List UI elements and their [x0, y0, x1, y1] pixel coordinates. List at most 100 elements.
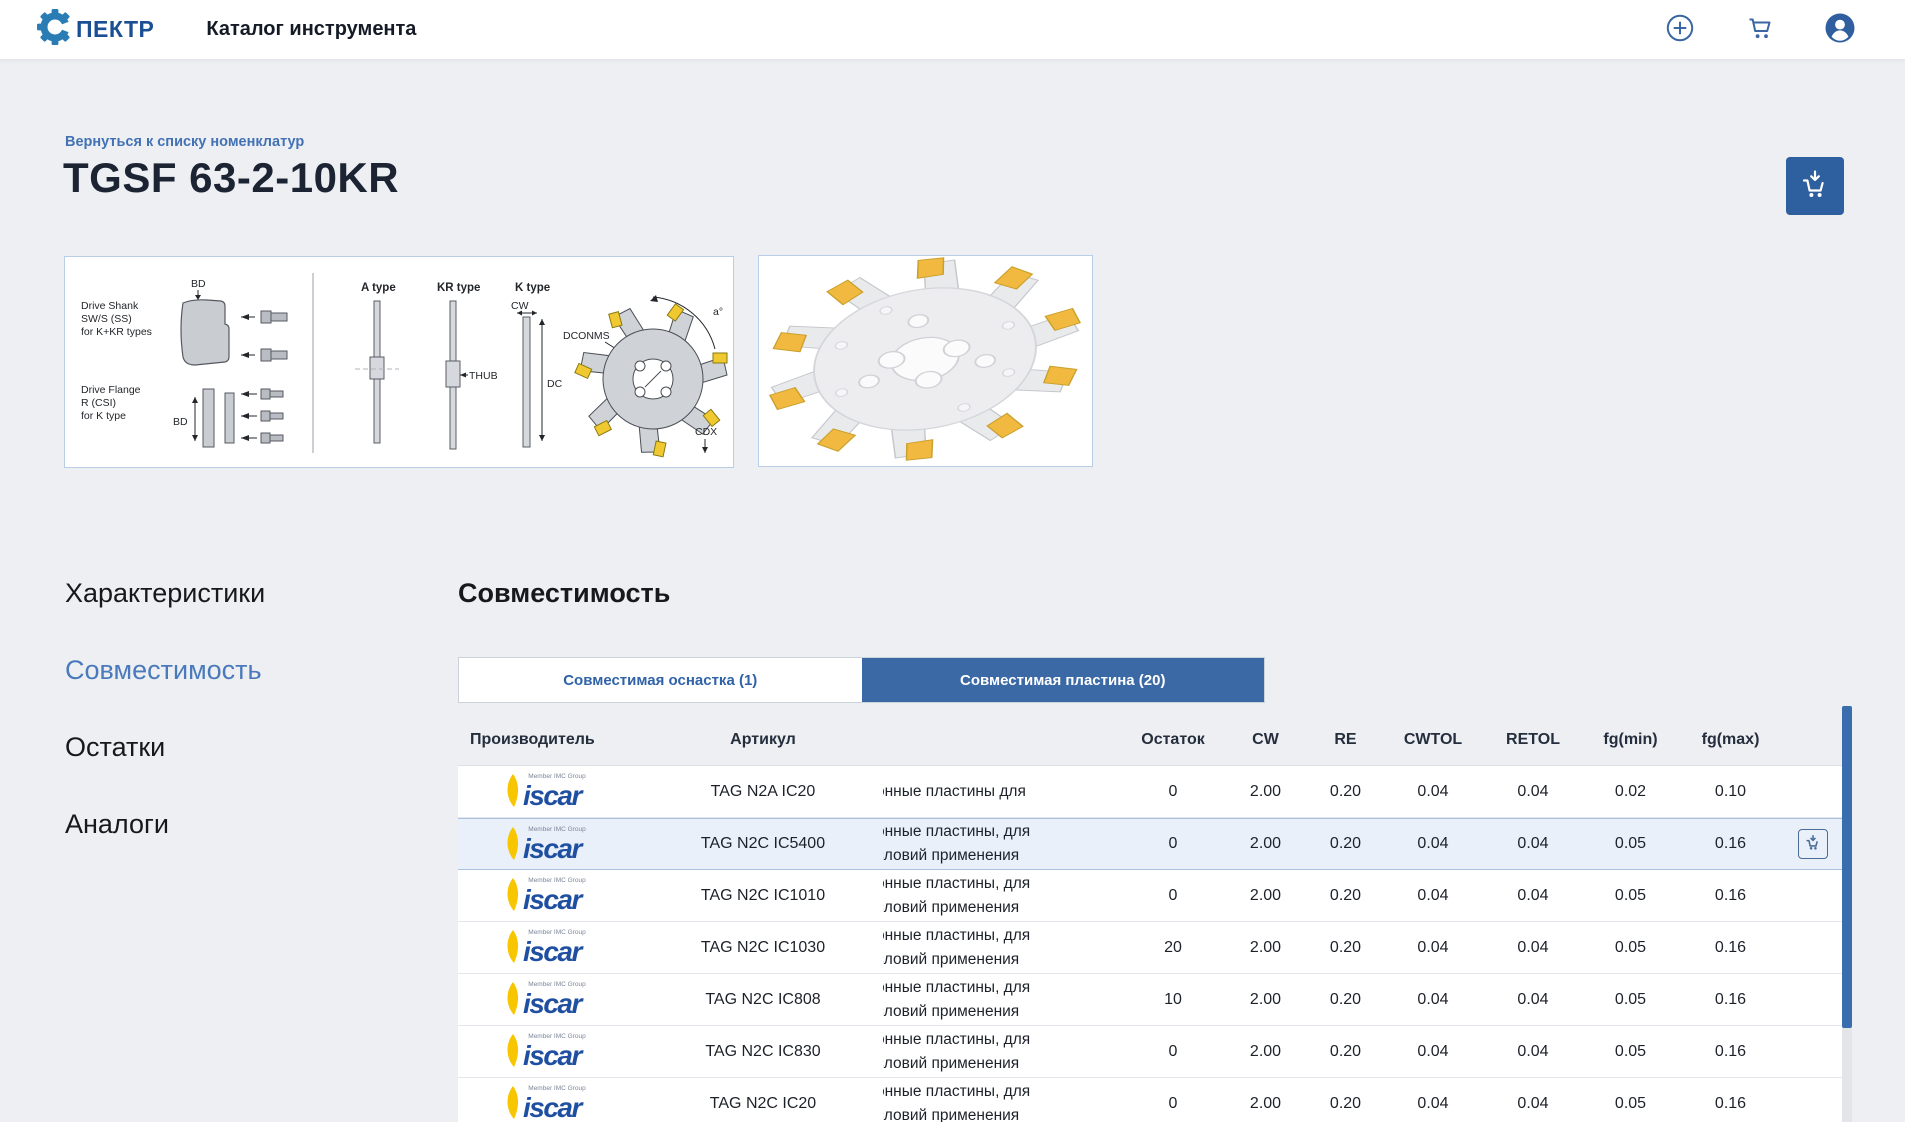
- re-cell: 0.20: [1329, 990, 1362, 1008]
- logo-text: ПЕКТР: [76, 16, 155, 42]
- description-cell: онные пластины, для словий применения: [883, 874, 1031, 916]
- svg-text:iscar: iscar: [523, 1092, 584, 1122]
- retol-cell: 0.04: [1517, 782, 1549, 800]
- article-cell: TAG N2C IC1010: [700, 886, 826, 904]
- cwtol-cell: 0.04: [1417, 886, 1449, 904]
- add-to-cart-row-button[interactable]: [1798, 829, 1828, 859]
- table-scrollbar-track[interactable]: [1842, 706, 1852, 1122]
- col-manufacturer: Производитель: [470, 731, 595, 748]
- product-page: ПЕКТР Каталог инструмента Вернуться к сп…: [0, 0, 1905, 1122]
- svg-text:iscar: iscar: [523, 884, 584, 915]
- iscar-logo: Member IMC Group iscar: [491, 871, 611, 920]
- stock-cell: 0: [1168, 886, 1178, 904]
- back-to-list-link[interactable]: Вернуться к списку номенклатур: [65, 134, 304, 150]
- svg-text:Member IMC Group: Member IMC Group: [528, 929, 586, 936]
- col-fgmax: fg(max): [1701, 731, 1760, 748]
- svg-text:KR type: KR type: [437, 282, 480, 294]
- fgmax-cell: 0.16: [1714, 1094, 1747, 1112]
- sidebar-item-stock[interactable]: Остатки: [65, 732, 405, 763]
- top-bar: ПЕКТР Каталог инструмента: [0, 0, 1905, 60]
- sidebar-item-characteristics[interactable]: Характеристики: [65, 578, 405, 609]
- fgmax-cell: 0.16: [1714, 938, 1747, 956]
- table-row[interactable]: Member IMC Group iscar TAG N2C IC1030 он…: [458, 922, 1843, 974]
- svg-text:for K type: for K type: [81, 410, 126, 422]
- iscar-logo: Member IMC Group iscar: [491, 767, 611, 816]
- cwtol-cell: 0.04: [1417, 1094, 1449, 1112]
- retol-cell: 0.04: [1517, 835, 1549, 852]
- table-row[interactable]: Member IMC Group iscar TAG N2C IC1010 он…: [458, 870, 1843, 922]
- col-cw: CW: [1252, 731, 1279, 748]
- fgmin-cell: 0.05: [1614, 990, 1647, 1008]
- col-re: RE: [1334, 731, 1357, 748]
- fgmax-cell: 0.16: [1714, 886, 1747, 904]
- article-cell: TAG N2C IC5400: [700, 835, 826, 852]
- manufacturer-cell: Member IMC Group iscar: [458, 767, 643, 816]
- svg-text:a°: a°: [713, 306, 723, 318]
- svg-text:A type: A type: [361, 282, 396, 294]
- col-stock: Остаток: [1141, 731, 1205, 748]
- article-cell: TAG N2C IC830: [705, 1042, 821, 1060]
- svg-text:iscar: iscar: [523, 988, 584, 1019]
- article-cell: TAG N2A IC20: [710, 782, 816, 800]
- svg-text:Member IMC Group: Member IMC Group: [528, 981, 586, 988]
- svg-text:Drive Shank: Drive Shank: [81, 300, 139, 312]
- svg-text:iscar: iscar: [523, 780, 584, 811]
- fgmin-cell: 0.05: [1614, 835, 1647, 852]
- fgmin-cell: 0.05: [1614, 886, 1647, 904]
- table-scrollbar-thumb[interactable]: [1842, 706, 1852, 1028]
- svg-text:CW: CW: [511, 300, 529, 312]
- add-to-cart-button[interactable]: [1786, 157, 1844, 215]
- svg-text:BD: BD: [191, 278, 206, 290]
- iscar-logo: Member IMC Group iscar: [491, 1027, 611, 1076]
- section-title: Совместимость: [458, 578, 671, 608]
- cw-cell: 2.00: [1249, 990, 1282, 1008]
- svg-text:THUB: THUB: [469, 370, 498, 382]
- article-cell: TAG N2C IC808: [705, 990, 821, 1008]
- iscar-logo: Member IMC Group iscar: [491, 923, 611, 972]
- cw-cell: 2.00: [1249, 886, 1282, 904]
- svg-text:Member IMC Group: Member IMC Group: [528, 1033, 586, 1040]
- sidebar-item-compatibility[interactable]: Совместимость: [65, 655, 405, 686]
- stock-cell: 10: [1164, 990, 1182, 1008]
- svg-text:iscar: iscar: [523, 936, 584, 967]
- description-cell: онные пластины, для словий применения: [883, 1030, 1031, 1072]
- table-row[interactable]: Member IMC Group iscar TAG N2C IC5400 он…: [458, 818, 1843, 870]
- stock-cell: 0: [1168, 782, 1178, 800]
- compatibility-tabs: Совместимая оснастка (1) Совместимая пла…: [458, 657, 1265, 703]
- svg-text:Member IMC Group: Member IMC Group: [528, 773, 586, 780]
- cart-button[interactable]: [1743, 13, 1777, 47]
- col-article: Артикул: [730, 731, 796, 748]
- add-button[interactable]: [1663, 13, 1697, 47]
- manufacturer-cell: Member IMC Group iscar: [458, 1079, 643, 1122]
- cwtol-cell: 0.04: [1417, 835, 1449, 852]
- description-cell: онные пластины, для словий применения: [883, 978, 1031, 1020]
- fgmax-cell: 0.16: [1714, 990, 1747, 1008]
- spektr-logo[interactable]: ПЕКТР: [36, 8, 154, 51]
- table-row[interactable]: Member IMC Group iscar TAG N2A IC20 онны…: [458, 766, 1843, 818]
- svg-text:Drive Flange: Drive Flange: [81, 384, 141, 396]
- table-body: Member IMC Group iscar TAG N2A IC20 онны…: [458, 765, 1843, 1122]
- retol-cell: 0.04: [1517, 938, 1549, 956]
- technical-drawing-image: Drive Shank SW/S (SS) for K+KR types Dri…: [64, 256, 734, 468]
- profile-button[interactable]: [1823, 13, 1857, 47]
- tab-compatible-tooling[interactable]: Совместимая оснастка (1): [459, 658, 862, 702]
- cwtol-cell: 0.04: [1417, 990, 1449, 1008]
- table-row[interactable]: Member IMC Group iscar TAG N2C IC808 онн…: [458, 974, 1843, 1026]
- article-cell: TAG N2C IC1030: [700, 938, 826, 956]
- col-retol: RETOL: [1506, 731, 1560, 748]
- table-row[interactable]: Member IMC Group iscar TAG N2C IC830 онн…: [458, 1026, 1843, 1078]
- cwtol-cell: 0.04: [1417, 1042, 1449, 1060]
- iscar-logo: Member IMC Group iscar: [491, 820, 611, 869]
- manufacturer-cell: Member IMC Group iscar: [458, 820, 643, 869]
- re-cell: 0.20: [1329, 782, 1362, 800]
- tab-compatible-insert[interactable]: Совместимая пластина (20): [861, 658, 1264, 702]
- table-row[interactable]: Member IMC Group iscar TAG N2C IC20 онны…: [458, 1078, 1843, 1122]
- description-cell: онные пластины, для словий применения: [883, 823, 1031, 864]
- cw-cell: 2.00: [1249, 1042, 1282, 1060]
- sidebar-item-analogs[interactable]: Аналоги: [65, 809, 405, 840]
- manufacturer-cell: Member IMC Group iscar: [458, 871, 643, 920]
- fgmin-cell: 0.05: [1614, 938, 1647, 956]
- section-nav: Характеристики Совместимость Остатки Ана…: [65, 578, 405, 886]
- col-cwtol: CWTOL: [1403, 731, 1463, 748]
- page-title: TGSF 63-2-10KR: [63, 154, 400, 201]
